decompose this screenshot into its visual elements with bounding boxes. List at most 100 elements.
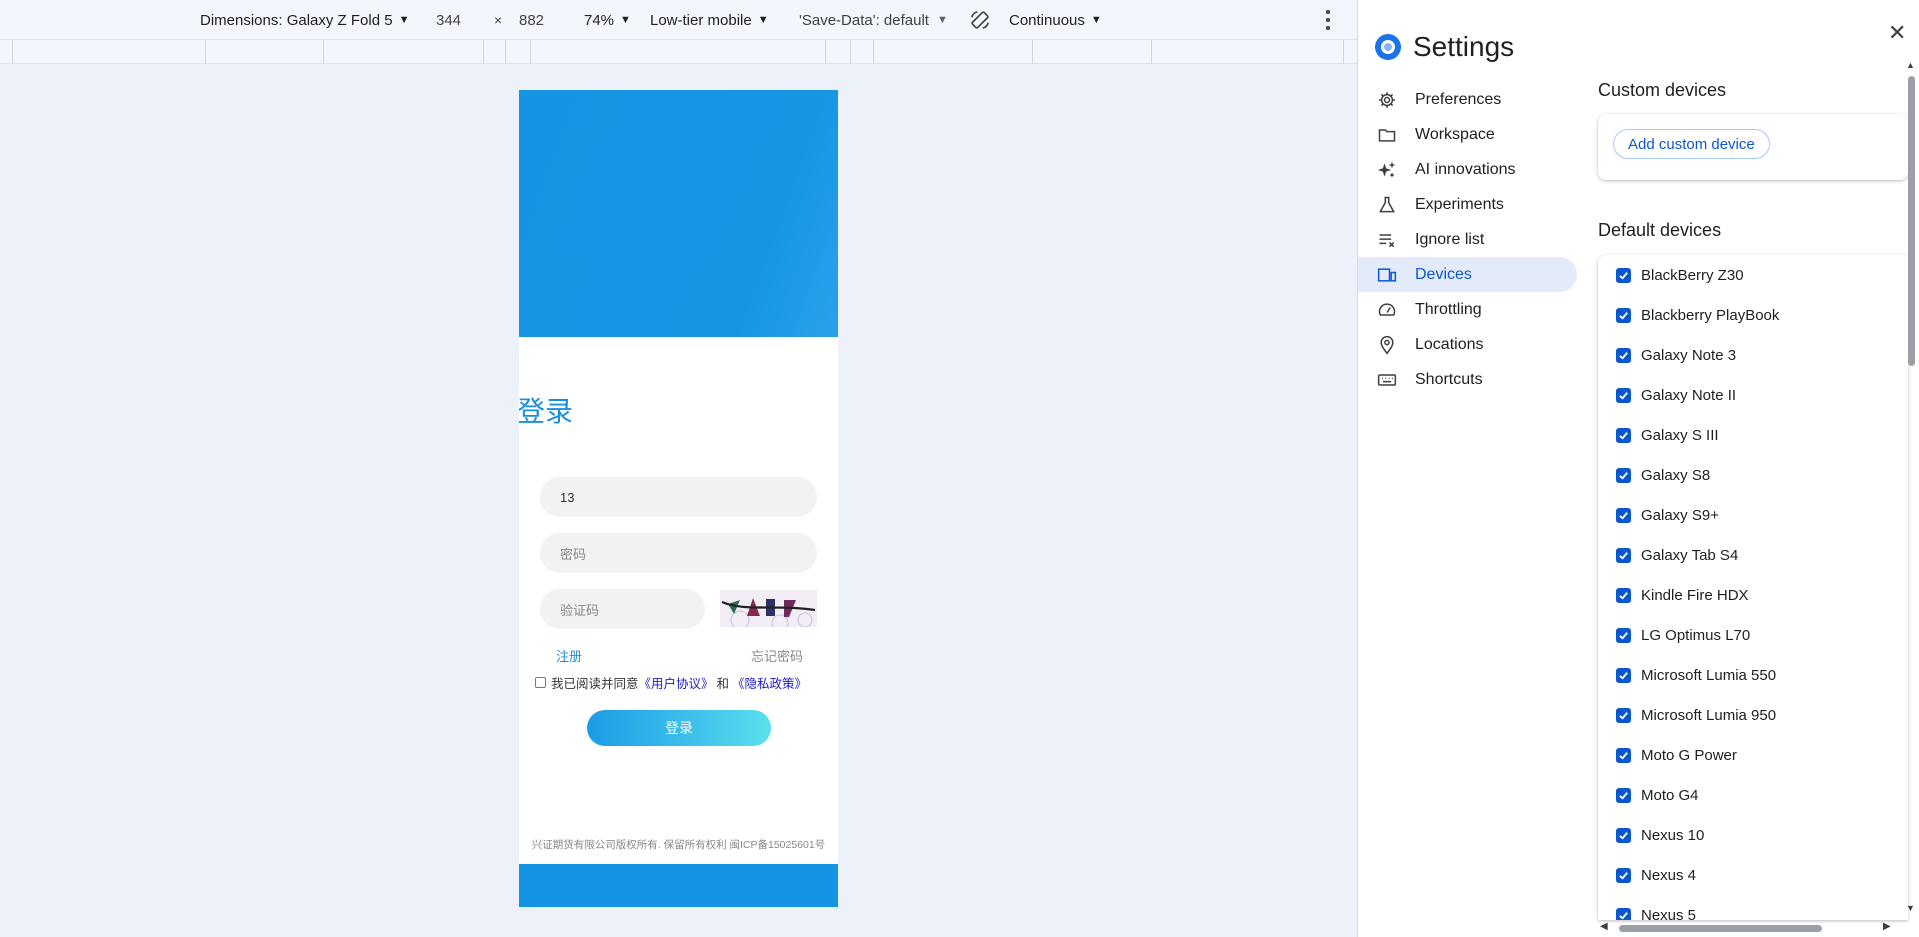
captcha-input[interactable]: 验证码 (540, 589, 705, 629)
checkmark-icon (1619, 591, 1628, 600)
device-checkbox[interactable] (1616, 787, 1631, 803)
device-checkbox[interactable] (1616, 707, 1631, 723)
folder-icon (1377, 125, 1397, 145)
device-checkbox[interactable] (1616, 667, 1631, 683)
more-options-icon[interactable] (1322, 10, 1334, 30)
horizontal-scrollbar[interactable]: ◀ ▶ (1598, 921, 1908, 934)
device-row[interactable]: Microsoft Lumia 550 (1598, 655, 1908, 695)
device-row[interactable]: Moto G4 (1598, 775, 1908, 815)
nav-label: Locations (1415, 335, 1484, 353)
device-checkbox[interactable] (1616, 867, 1631, 883)
agree-checkbox[interactable] (535, 677, 546, 688)
ruler-segment[interactable] (530, 40, 531, 64)
save-data-dropdown[interactable]: 'Save-Data': default ▼ (799, 0, 948, 40)
ruler-segment[interactable] (12, 40, 13, 64)
throttling-dropdown[interactable]: Low-tier mobile ▼ (650, 0, 769, 40)
phone-input[interactable]: 13 (540, 477, 817, 517)
device-row[interactable]: Nexus 10 (1598, 815, 1908, 855)
width-input[interactable]: 344 (436, 0, 461, 40)
device-checkbox[interactable] (1616, 827, 1631, 843)
device-checkbox[interactable] (1616, 347, 1631, 363)
ruler-segment[interactable] (205, 40, 206, 64)
ruler-segment[interactable] (850, 40, 851, 64)
device-checkbox[interactable] (1616, 907, 1631, 920)
nav-label: Throttling (1415, 300, 1482, 318)
device-row[interactable]: Kindle Fire HDX (1598, 575, 1908, 615)
device-viewport: 登录 13 密码 验证码 注册 忘记密码 我已阅读并同意 《用户协议》 和 《隐… (519, 90, 838, 907)
scroll-up-icon[interactable]: ▲ (1906, 60, 1915, 70)
scroll-down-icon[interactable]: ▼ (1906, 903, 1915, 913)
login-button[interactable]: 登录 (587, 710, 771, 746)
nav-item-workspace[interactable]: Workspace (1358, 117, 1578, 152)
vertical-scrollbar[interactable]: ▲ ▼ (1905, 60, 1917, 920)
checkmark-icon (1619, 831, 1628, 840)
zoom-dropdown[interactable]: 74% ▼ (584, 0, 631, 40)
nav-item-shortcuts[interactable]: Shortcuts (1358, 362, 1578, 397)
checkmark-icon (1619, 871, 1628, 880)
device-checkbox[interactable] (1616, 627, 1631, 643)
privacy-policy-link[interactable]: 《隐私政策》 (732, 673, 807, 692)
footer-bar (519, 864, 838, 907)
rotate-icon (970, 10, 990, 30)
forgot-password-link[interactable]: 忘记密码 (751, 646, 803, 665)
device-row[interactable]: Microsoft Lumia 950 (1598, 695, 1908, 735)
ruler-segment[interactable] (825, 40, 826, 64)
device-checkbox[interactable] (1616, 747, 1631, 763)
scroll-left-icon[interactable]: ◀ (1600, 921, 1608, 932)
device-checkbox[interactable] (1616, 467, 1631, 483)
nav-item-locations[interactable]: Locations (1358, 327, 1578, 362)
register-link[interactable]: 注册 (556, 646, 582, 665)
settings-title: Settings (1413, 31, 1515, 62)
scrollbar-thumb[interactable] (1619, 925, 1822, 932)
device-row[interactable]: Galaxy Note 3 (1598, 335, 1908, 375)
nav-item-experiments[interactable]: Experiments (1358, 187, 1578, 222)
nav-item-ignore-list[interactable]: Ignore list (1358, 222, 1578, 257)
add-custom-device-button[interactable]: Add custom device (1613, 129, 1770, 159)
device-row[interactable]: LG Optimus L70 (1598, 615, 1908, 655)
device-row[interactable]: Galaxy S9+ (1598, 495, 1908, 535)
device-checkbox[interactable] (1616, 587, 1631, 603)
nav-item-devices[interactable]: Devices (1358, 257, 1577, 292)
device-row[interactable]: Galaxy Tab S4 (1598, 535, 1908, 575)
rotate-button[interactable] (969, 0, 991, 40)
device-row[interactable]: Moto G Power (1598, 735, 1908, 775)
nav-item-ai-innovations[interactable]: AI innovations (1358, 152, 1578, 187)
device-row[interactable]: Galaxy S8 (1598, 455, 1908, 495)
device-row[interactable]: BlackBerry Z30 (1598, 255, 1908, 295)
password-input[interactable]: 密码 (540, 533, 817, 573)
checkmark-icon (1619, 791, 1628, 800)
settings-header: Settings (1375, 31, 1514, 63)
ruler-segment[interactable] (1032, 40, 1033, 64)
nav-item-preferences[interactable]: Preferences (1358, 82, 1578, 117)
ruler-segment[interactable] (1151, 40, 1152, 64)
device-checkbox[interactable] (1616, 547, 1631, 563)
device-row[interactable]: Nexus 4 (1598, 855, 1908, 895)
device-row[interactable]: Galaxy S III (1598, 415, 1908, 455)
device-checkbox[interactable] (1616, 267, 1631, 283)
device-row[interactable]: Blackberry PlayBook (1598, 295, 1908, 335)
height-input[interactable]: 882 (519, 0, 544, 40)
close-icon[interactable]: ✕ (1888, 20, 1906, 46)
device-name: Galaxy Tab S4 (1641, 546, 1739, 564)
default-devices-heading: Default devices (1598, 220, 1722, 240)
nav-item-throttling[interactable]: Throttling (1358, 292, 1578, 327)
device-row[interactable]: Galaxy Note II (1598, 375, 1908, 415)
device-checkbox[interactable] (1616, 387, 1631, 403)
ruler-segment[interactable] (873, 40, 874, 64)
ruler-segment[interactable] (483, 40, 484, 64)
captcha-image[interactable] (720, 590, 817, 627)
scroll-right-icon[interactable]: ▶ (1883, 921, 1891, 932)
device-checkbox[interactable] (1616, 427, 1631, 443)
mode-dropdown[interactable]: Continuous ▼ (1009, 0, 1102, 40)
device-row[interactable]: Nexus 5 (1598, 895, 1908, 920)
device-toolbar: Dimensions: Galaxy Z Fold 5 ▼ 344 × 882 … (0, 0, 1357, 40)
ruler-segment[interactable] (505, 40, 506, 64)
device-checkbox[interactable] (1616, 507, 1631, 523)
ruler-segment[interactable] (323, 40, 324, 64)
caret-down-icon: ▼ (620, 14, 631, 26)
ruler-segment[interactable] (1343, 40, 1344, 64)
scrollbar-thumb[interactable] (1908, 76, 1915, 366)
user-agreement-link[interactable]: 《用户协议》 (639, 673, 714, 692)
device-checkbox[interactable] (1616, 307, 1631, 323)
device-dimensions-dropdown[interactable]: Dimensions: Galaxy Z Fold 5 ▼ (200, 0, 409, 40)
